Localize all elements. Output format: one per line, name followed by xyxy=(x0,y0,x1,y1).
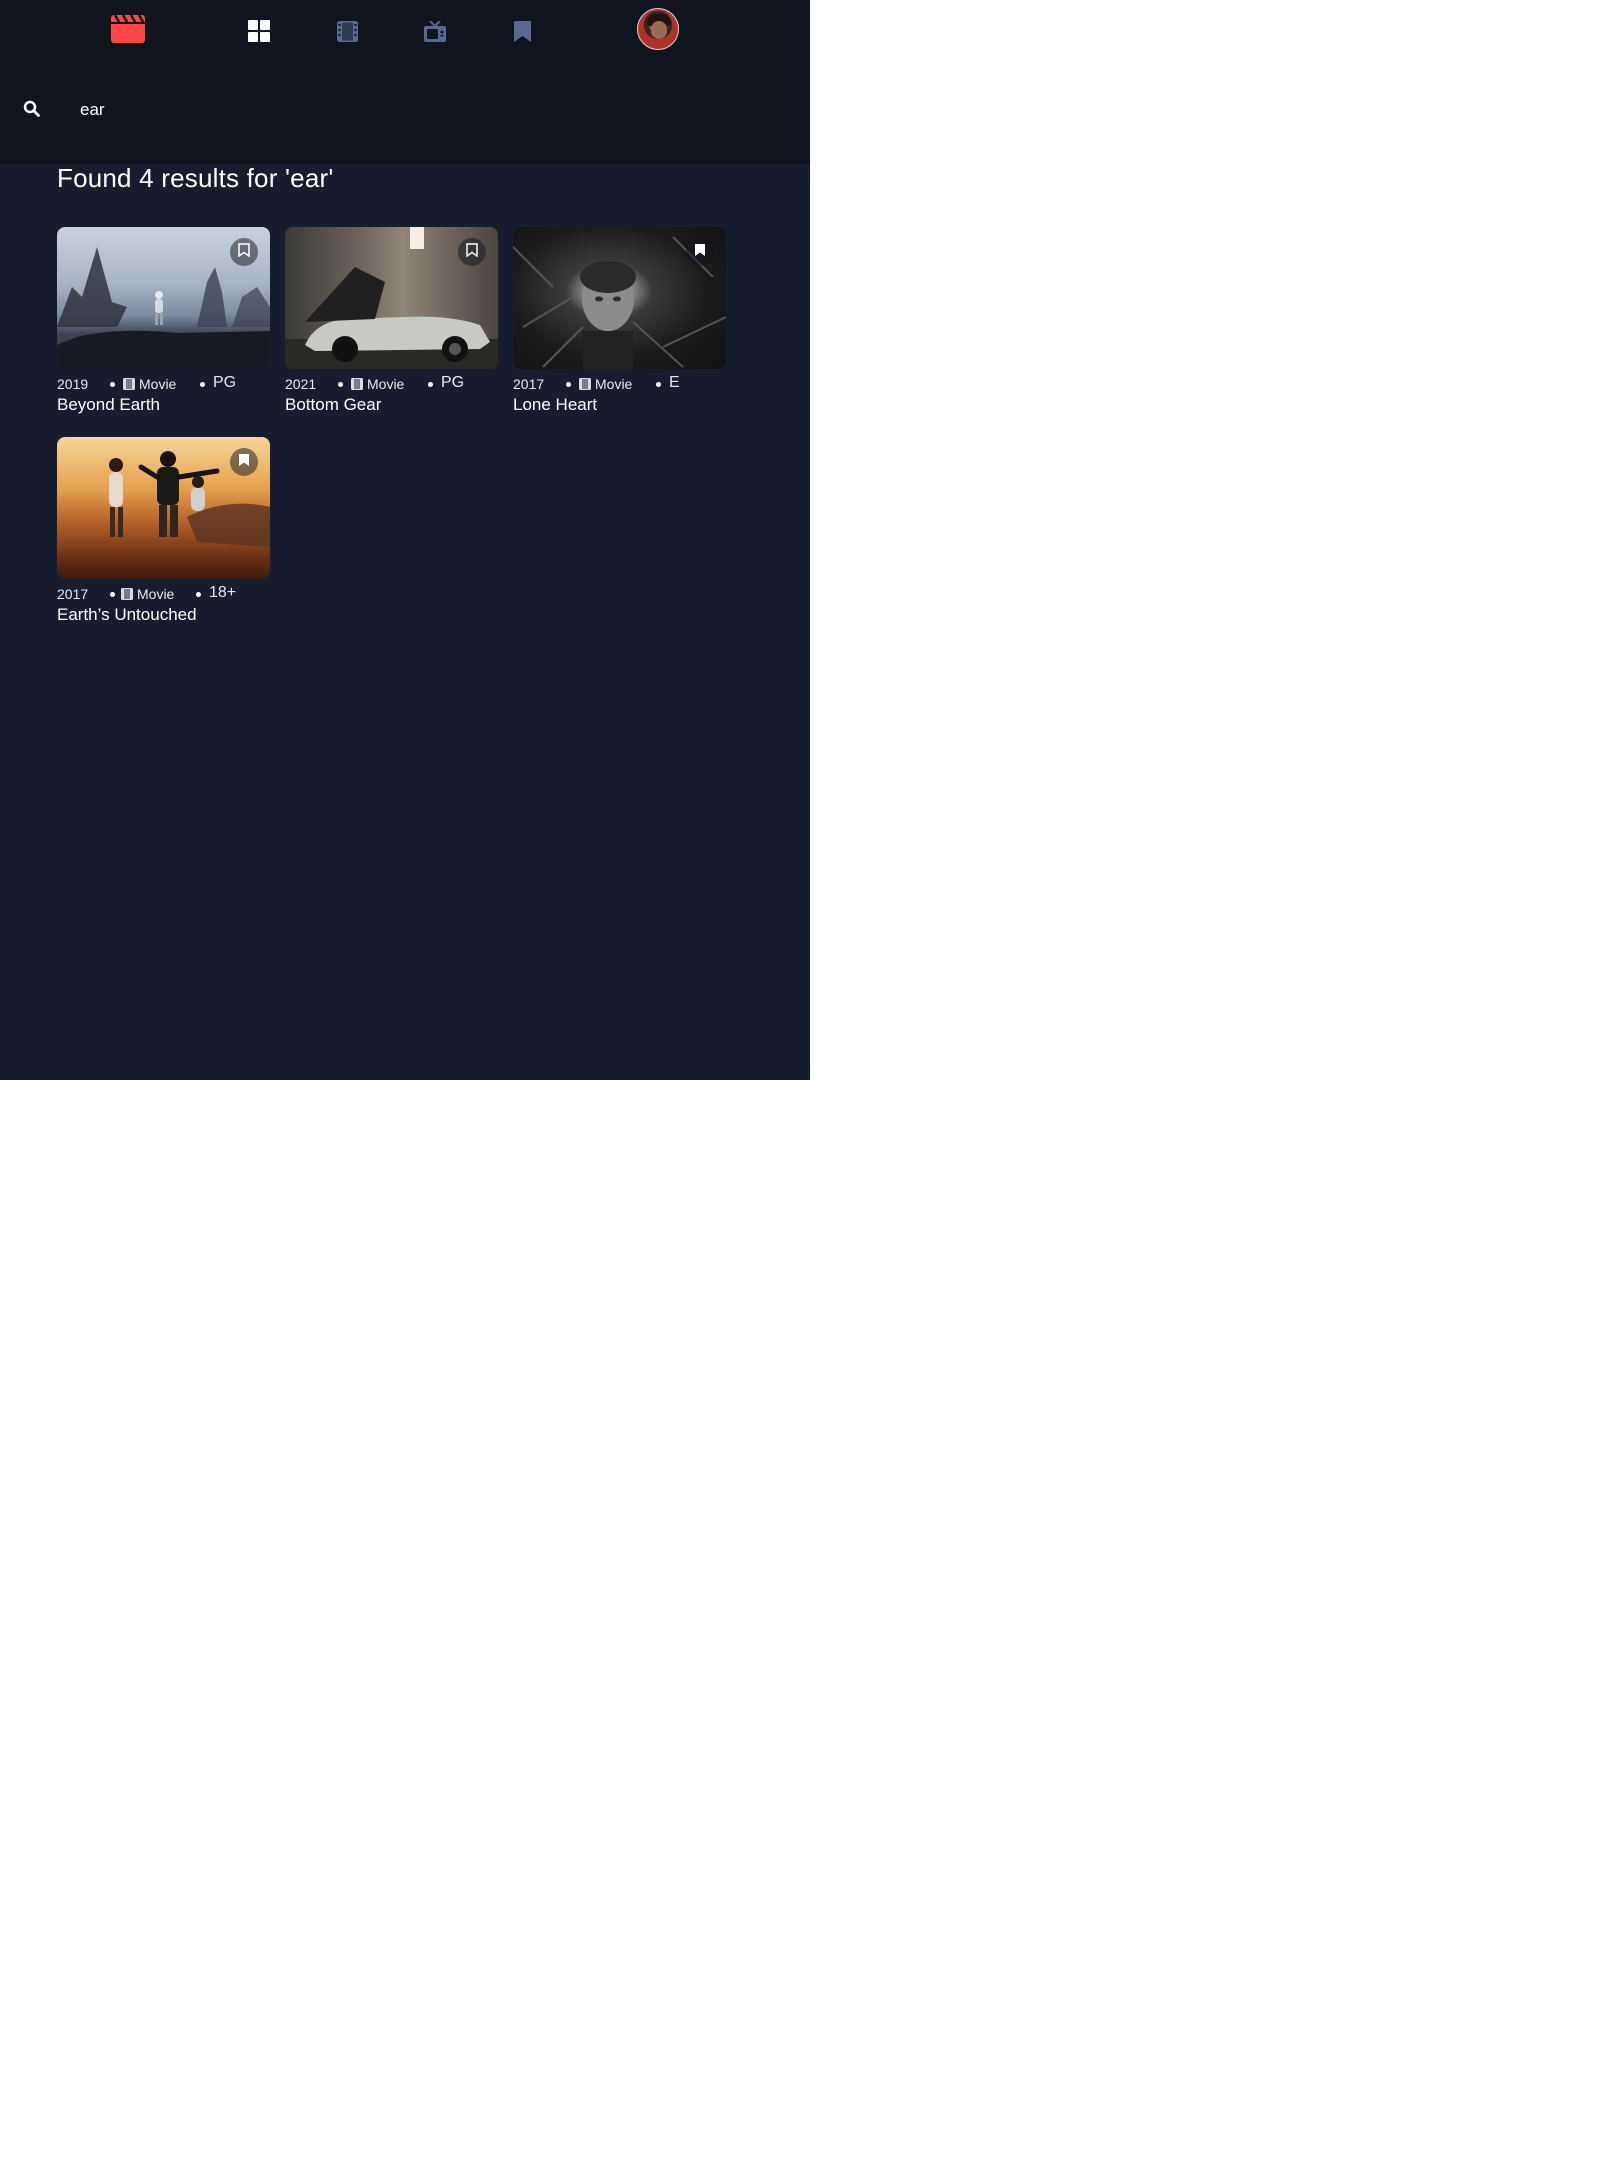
result-card[interactable]: 2017 Movie E Lone Heart xyxy=(513,227,726,422)
card-year: 2021 xyxy=(285,376,317,392)
card-category: Movie xyxy=(579,376,632,392)
card-category-label: Movie xyxy=(139,376,177,392)
card-title[interactable]: Bottom Gear xyxy=(285,395,381,415)
meta-separator xyxy=(196,592,201,597)
results-heading: Found 4 results for 'ear' xyxy=(57,163,334,193)
card-category-label: Movie xyxy=(595,376,633,392)
top-nav xyxy=(0,0,810,58)
avatar-face xyxy=(651,21,667,39)
meta-separator xyxy=(110,382,115,387)
app-root: Found 4 results for 'ear' 2019 xyxy=(0,0,810,1080)
bookmark-button[interactable] xyxy=(686,238,714,266)
meta-separator xyxy=(110,592,115,597)
card-year: 2017 xyxy=(57,586,89,602)
nav-bookmark-icon[interactable] xyxy=(509,18,535,44)
nav-tv-icon[interactable] xyxy=(421,18,449,44)
card-rating: E xyxy=(669,374,680,391)
thumbnail-image[interactable] xyxy=(57,437,270,579)
card-year: 2019 xyxy=(57,376,89,392)
card-meta: 2017 Movie E xyxy=(513,374,726,392)
meta-separator xyxy=(566,382,571,387)
card-meta: 2019 Movie PG xyxy=(57,374,270,392)
card-category: Movie xyxy=(351,376,404,392)
bookmark-full-icon xyxy=(694,243,706,262)
result-card[interactable]: 2019 Movie PG Beyond Earth xyxy=(57,227,270,422)
film-icon xyxy=(351,378,363,390)
nav-movies-film-icon[interactable] xyxy=(334,18,360,44)
bookmark-button[interactable] xyxy=(230,238,258,266)
card-rating: PG xyxy=(441,374,465,391)
card-category-label: Movie xyxy=(137,586,175,602)
user-avatar[interactable] xyxy=(637,8,679,50)
card-category: Movie xyxy=(123,376,176,392)
card-category: Movie xyxy=(121,586,174,602)
thumbnail-image[interactable] xyxy=(57,227,270,369)
film-icon xyxy=(121,588,133,600)
card-title[interactable]: Beyond Earth xyxy=(57,395,160,415)
nav-home-grid-icon[interactable] xyxy=(245,18,273,44)
film-icon xyxy=(123,378,135,390)
bookmark-full-icon xyxy=(238,453,250,472)
card-title[interactable]: Earth’s Untouched xyxy=(57,605,197,625)
search-input[interactable] xyxy=(80,96,680,124)
card-meta: 2017 Movie 18+ xyxy=(57,584,270,602)
thumbnail-image[interactable] xyxy=(285,227,498,369)
card-year: 2017 xyxy=(513,376,545,392)
result-card[interactable]: 2017 Movie 18+ Earth’s Untouched xyxy=(57,437,270,632)
bookmark-empty-icon xyxy=(466,242,478,262)
meta-separator xyxy=(656,382,661,387)
card-rating: PG xyxy=(213,374,237,391)
clapperboard-icon[interactable] xyxy=(110,14,146,44)
card-title[interactable]: Lone Heart xyxy=(513,395,597,415)
result-card[interactable]: 2021 Movie PG Bottom Gear xyxy=(285,227,498,422)
meta-separator xyxy=(338,382,343,387)
meta-separator xyxy=(200,382,205,387)
bookmark-button[interactable] xyxy=(458,238,486,266)
meta-separator xyxy=(428,382,433,387)
card-meta: 2021 Movie PG xyxy=(285,374,498,392)
thumbnail-image[interactable] xyxy=(513,227,726,369)
card-rating: 18+ xyxy=(209,584,237,601)
bookmark-button[interactable] xyxy=(230,448,258,476)
film-icon xyxy=(579,378,591,390)
card-category-label: Movie xyxy=(367,376,405,392)
search-icon[interactable] xyxy=(23,100,41,118)
bookmark-empty-icon xyxy=(238,242,250,262)
search-bar xyxy=(0,58,810,164)
